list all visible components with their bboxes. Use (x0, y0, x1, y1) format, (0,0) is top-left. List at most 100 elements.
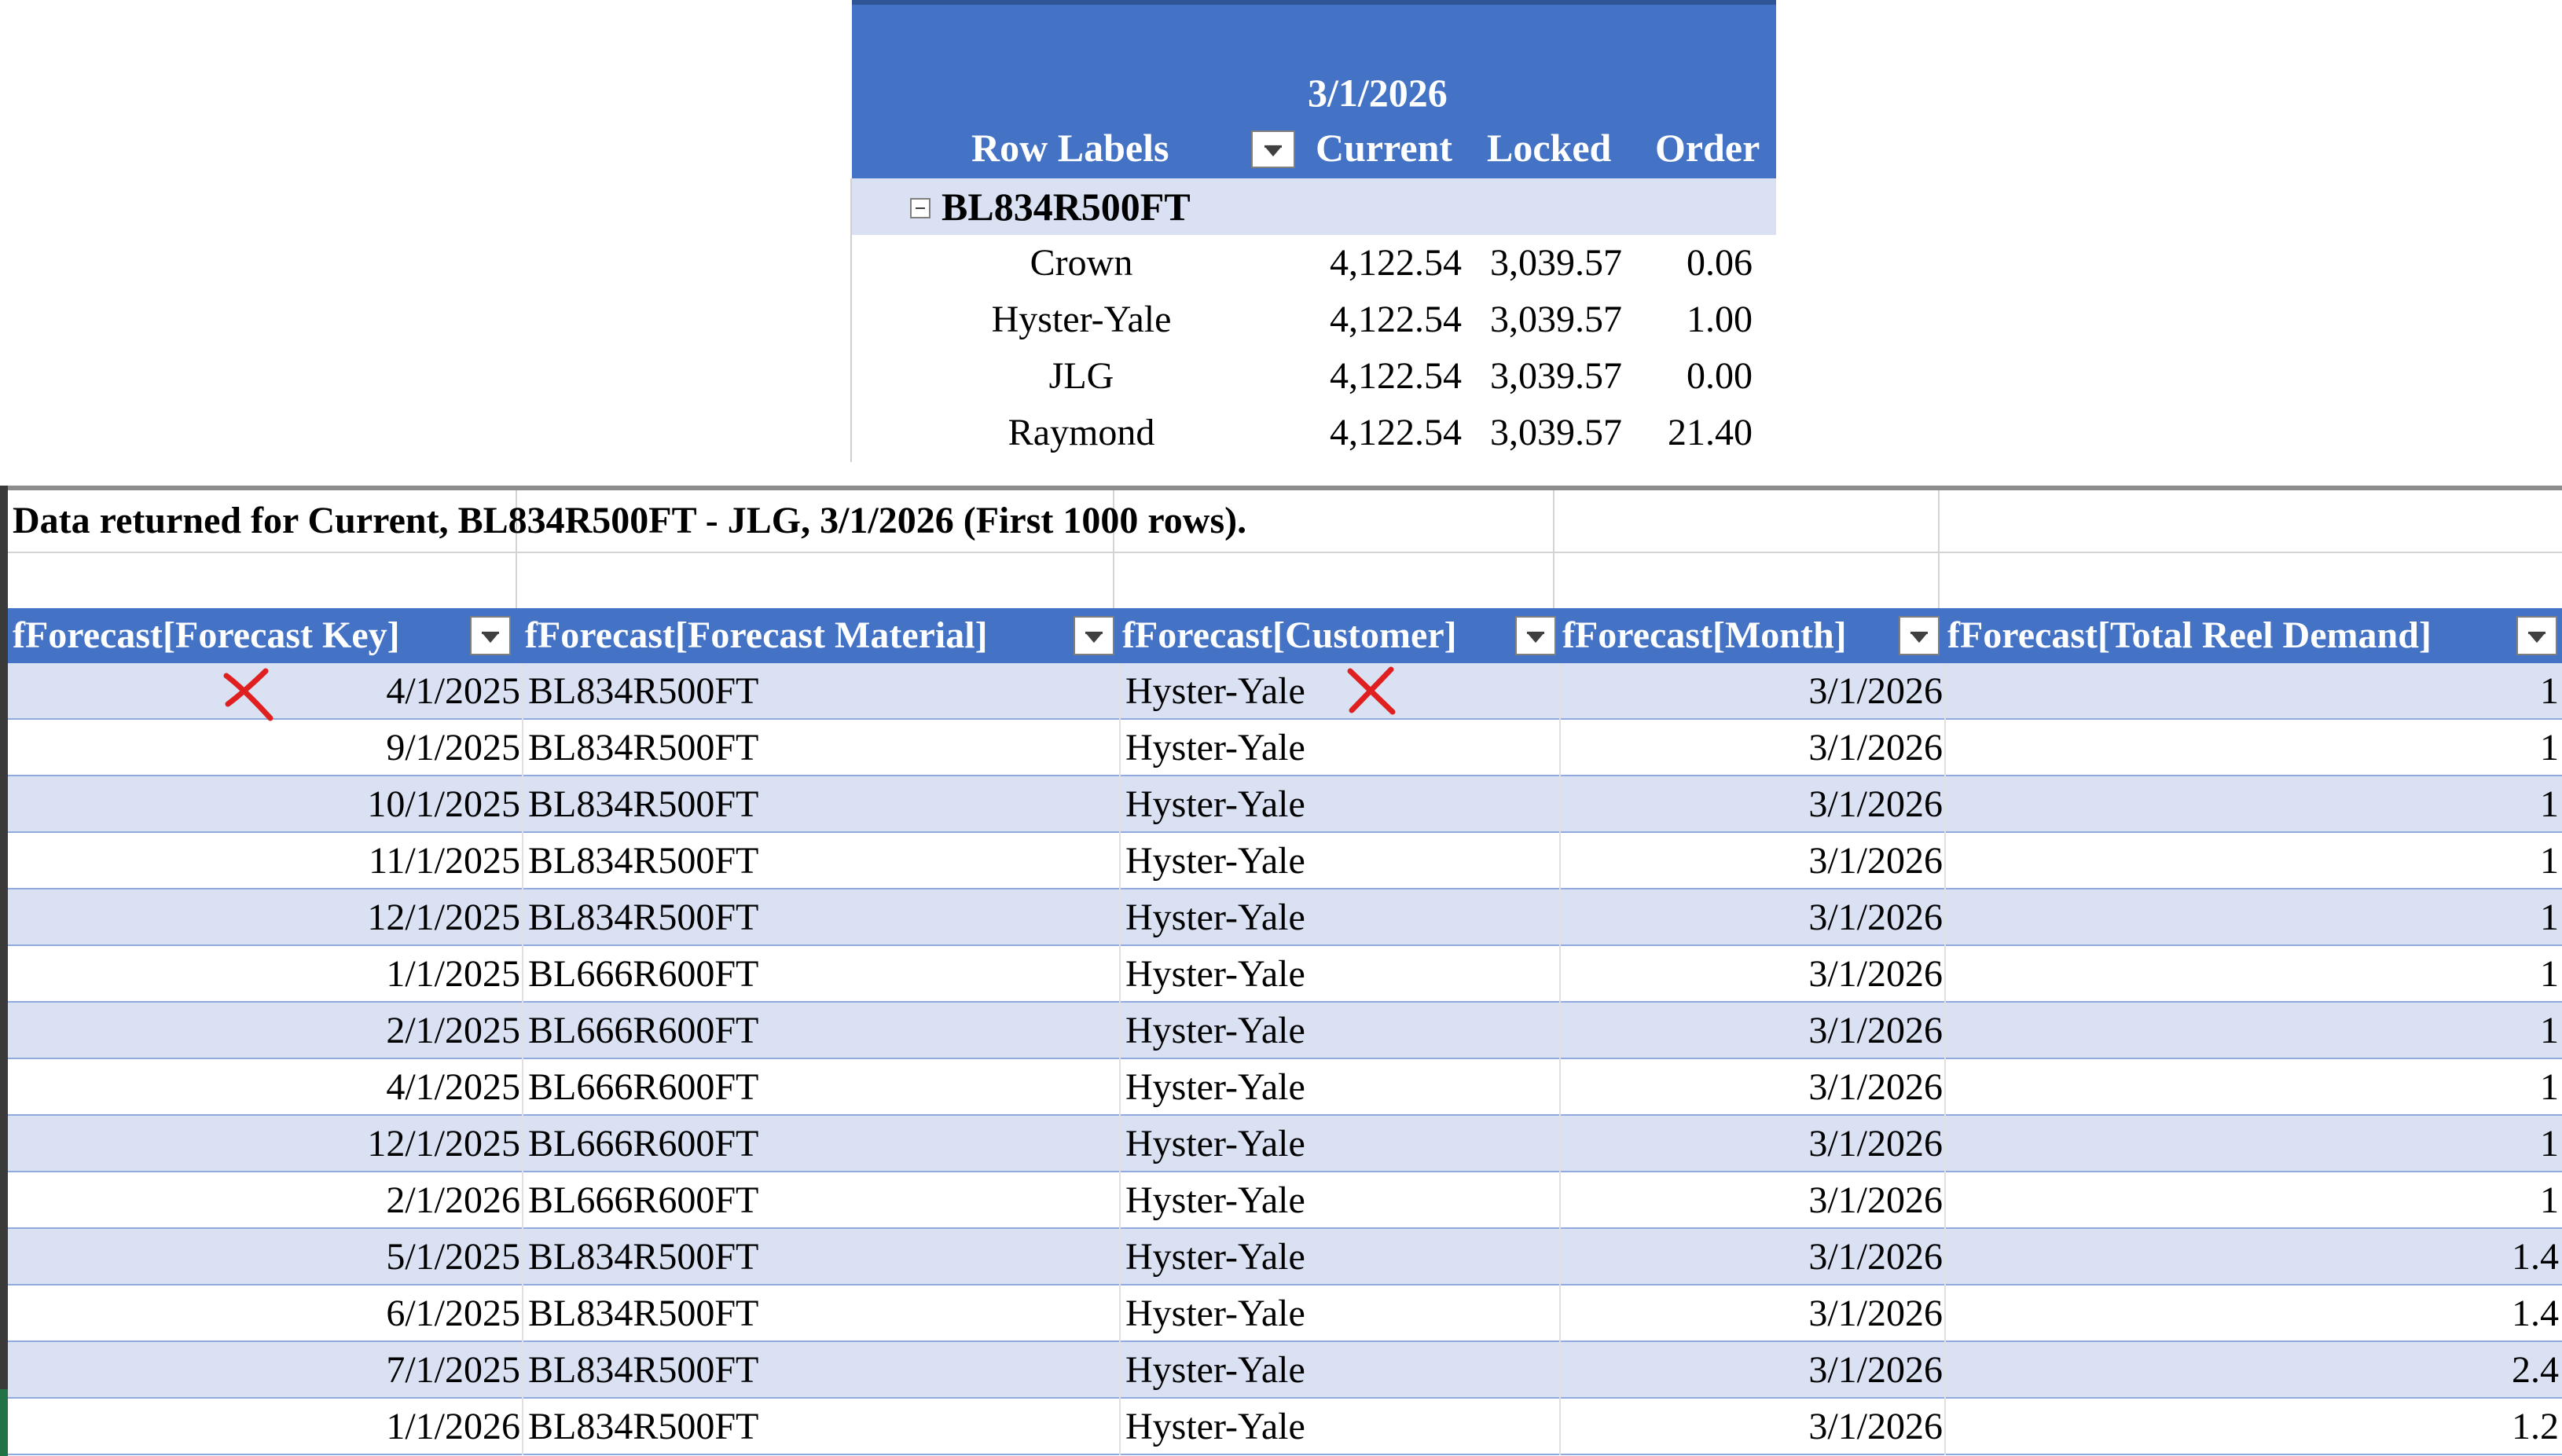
cell-total-reel-demand[interactable]: 1 (1951, 889, 2559, 946)
filter-button-month[interactable] (1899, 616, 1940, 655)
cell-forecast-material[interactable]: BL834R500FT (528, 663, 1118, 720)
table-row[interactable]: 12/1/2025 BL666R600FT Hyster-Yale 3/1/2026 1 (8, 1116, 2562, 1172)
cell-forecast-material[interactable]: BL834R500FT (528, 1342, 1118, 1399)
cell-forecast-key[interactable]: 12/1/2025 (13, 889, 520, 946)
cell-month[interactable]: 3/1/2026 (1565, 946, 1943, 1003)
cell-total-reel-demand[interactable]: 1 (1951, 1059, 2559, 1116)
row-labels-filter-button[interactable] (1251, 130, 1295, 168)
cell-forecast-key[interactable]: 1/1/2026 (13, 1399, 520, 1455)
sheet-left-border (0, 486, 8, 1456)
table-row[interactable]: 7/1/2025 BL834R500FT Hyster-Yale 3/1/2026 2.… (8, 1342, 2562, 1399)
cell-month[interactable]: 3/1/2026 (1565, 1172, 1943, 1229)
pivot-row[interactable]: Raymond 4,122.54 3,039.57 21.40 (852, 405, 1776, 461)
cell-total-reel-demand[interactable]: 1 (1951, 1003, 2559, 1059)
cell-total-reel-demand[interactable]: 1 (1951, 946, 2559, 1003)
filter-button-forecast-material[interactable] (1074, 616, 1114, 655)
cell-customer[interactable]: Hyster-Yale (1125, 1003, 1558, 1059)
cell-divider (1559, 1229, 1561, 1285)
cell-forecast-key[interactable]: 10/1/2025 (13, 776, 520, 833)
cell-forecast-material[interactable]: BL834R500FT (528, 889, 1118, 946)
cell-customer[interactable]: Hyster-Yale (1125, 1116, 1558, 1172)
pivot-current: 4,122.54 (1330, 412, 1462, 453)
cell-forecast-key[interactable]: 6/1/2025 (13, 1285, 520, 1342)
cell-customer[interactable]: Hyster-Yale (1125, 1285, 1558, 1342)
cell-forecast-material[interactable]: BL666R600FT (528, 1003, 1118, 1059)
table-row[interactable]: 1/1/2026 BL834R500FT Hyster-Yale 3/1/2026 1.… (8, 1399, 2562, 1455)
cell-total-reel-demand[interactable]: 1 (1951, 663, 2559, 720)
pivot-row[interactable]: Crown 4,122.54 3,039.57 0.06 (852, 235, 1776, 292)
cell-forecast-key[interactable]: 5/1/2025 (13, 1229, 520, 1285)
table-row[interactable]: 10/1/2025 BL834R500FT Hyster-Yale 3/1/2026 1 (8, 776, 2562, 833)
table-row[interactable]: 12/1/2025 BL834R500FT Hyster-Yale 3/1/2026 1 (8, 889, 2562, 946)
cell-forecast-key[interactable]: 11/1/2025 (13, 833, 520, 889)
table-row[interactable]: 6/1/2025 BL834R500FT Hyster-Yale 3/1/2026 1.… (8, 1285, 2562, 1342)
cell-forecast-material[interactable]: BL834R500FT (528, 1229, 1118, 1285)
cell-forecast-key[interactable]: 12/1/2025 (13, 1116, 520, 1172)
cell-forecast-key[interactable]: 1/1/2025 (13, 946, 520, 1003)
cell-customer[interactable]: Hyster-Yale (1125, 889, 1558, 946)
cell-divider (1119, 1342, 1121, 1399)
cell-month[interactable]: 3/1/2026 (1565, 1003, 1943, 1059)
cell-total-reel-demand[interactable]: 1 (1951, 720, 2559, 776)
cell-month[interactable]: 3/1/2026 (1565, 720, 1943, 776)
cell-forecast-key[interactable]: 4/1/2025 (13, 1059, 520, 1116)
collapse-minus-icon[interactable] (910, 198, 930, 218)
cell-forecast-material[interactable]: BL834R500FT (528, 720, 1118, 776)
cell-month[interactable]: 3/1/2026 (1565, 1059, 1943, 1116)
cell-month[interactable]: 3/1/2026 (1565, 833, 1943, 889)
filter-button-total-reel-demand[interactable] (2516, 616, 2557, 655)
grid-line (1938, 490, 1940, 608)
pivot-row[interactable]: JLG 4,122.54 3,039.57 0.00 (852, 348, 1776, 405)
cell-total-reel-demand[interactable]: 1.2 (1951, 1399, 2559, 1455)
filter-button-forecast-key[interactable] (470, 616, 511, 655)
filter-button-customer[interactable] (1515, 616, 1556, 655)
cell-forecast-material[interactable]: BL834R500FT (528, 1285, 1118, 1342)
table-row[interactable]: 9/1/2025 BL834R500FT Hyster-Yale 3/1/2026 1 (8, 720, 2562, 776)
cell-month[interactable]: 3/1/2026 (1565, 1116, 1943, 1172)
table-row[interactable]: 2/1/2026 BL666R600FT Hyster-Yale 3/1/2026 1 (8, 1172, 2562, 1229)
cell-forecast-material[interactable]: BL666R600FT (528, 1116, 1118, 1172)
cell-total-reel-demand[interactable]: 2.4 (1951, 1342, 2559, 1399)
cell-forecast-key[interactable]: 2/1/2025 (13, 1003, 520, 1059)
cell-customer[interactable]: Hyster-Yale (1125, 1399, 1558, 1455)
cell-forecast-material[interactable]: BL666R600FT (528, 1172, 1118, 1229)
table-row[interactable]: 4/1/2025 BL666R600FT Hyster-Yale 3/1/2026 1 (8, 1059, 2562, 1116)
cell-forecast-material[interactable]: BL834R500FT (528, 1399, 1118, 1455)
cell-customer[interactable]: Hyster-Yale (1125, 720, 1558, 776)
cell-total-reel-demand[interactable]: 1 (1951, 1172, 2559, 1229)
cell-total-reel-demand[interactable]: 1 (1951, 776, 2559, 833)
table-row[interactable]: 2/1/2025 BL666R600FT Hyster-Yale 3/1/2026 1 (8, 1003, 2562, 1059)
cell-customer[interactable]: Hyster-Yale (1125, 1059, 1558, 1116)
table-row[interactable]: 5/1/2025 BL834R500FT Hyster-Yale 3/1/2026 1.… (8, 1229, 2562, 1285)
cell-month[interactable]: 3/1/2026 (1565, 889, 1943, 946)
cell-forecast-key[interactable]: 9/1/2025 (13, 720, 520, 776)
cell-customer[interactable]: Hyster-Yale (1125, 833, 1558, 889)
cell-month[interactable]: 3/1/2026 (1565, 1399, 1943, 1455)
cell-month[interactable]: 3/1/2026 (1565, 1342, 1943, 1399)
cell-divider (1559, 833, 1561, 889)
cell-total-reel-demand[interactable]: 1.4 (1951, 1285, 2559, 1342)
cell-forecast-material[interactable]: BL666R600FT (528, 1059, 1118, 1116)
cell-forecast-material[interactable]: BL834R500FT (528, 776, 1118, 833)
cell-total-reel-demand[interactable]: 1 (1951, 833, 2559, 889)
cell-customer[interactable]: Hyster-Yale (1125, 1172, 1558, 1229)
cell-total-reel-demand[interactable]: 1.4 (1951, 1229, 2559, 1285)
cell-month[interactable]: 3/1/2026 (1565, 776, 1943, 833)
cell-customer[interactable]: Hyster-Yale (1125, 946, 1558, 1003)
cell-customer[interactable]: Hyster-Yale (1125, 663, 1558, 720)
table-row[interactable]: 4/1/2025 BL834R500FT Hyster-Yale 3/1/2026 1 (8, 663, 2562, 720)
pivot-row[interactable]: Hyster-Yale 4,122.54 3,039.57 1.00 (852, 292, 1776, 348)
cell-month[interactable]: 3/1/2026 (1565, 663, 1943, 720)
cell-customer[interactable]: Hyster-Yale (1125, 1229, 1558, 1285)
cell-forecast-key[interactable]: 7/1/2025 (13, 1342, 520, 1399)
cell-month[interactable]: 3/1/2026 (1565, 1229, 1943, 1285)
table-row[interactable]: 1/1/2025 BL666R600FT Hyster-Yale 3/1/2026 1 (8, 946, 2562, 1003)
cell-customer[interactable]: Hyster-Yale (1125, 776, 1558, 833)
cell-forecast-material[interactable]: BL834R500FT (528, 833, 1118, 889)
table-row[interactable]: 11/1/2025 BL834R500FT Hyster-Yale 3/1/2026 1 (8, 833, 2562, 889)
cell-customer[interactable]: Hyster-Yale (1125, 1342, 1558, 1399)
cell-forecast-material[interactable]: BL666R600FT (528, 946, 1118, 1003)
cell-month[interactable]: 3/1/2026 (1565, 1285, 1943, 1342)
cell-total-reel-demand[interactable]: 1 (1951, 1116, 2559, 1172)
cell-forecast-key[interactable]: 2/1/2026 (13, 1172, 520, 1229)
